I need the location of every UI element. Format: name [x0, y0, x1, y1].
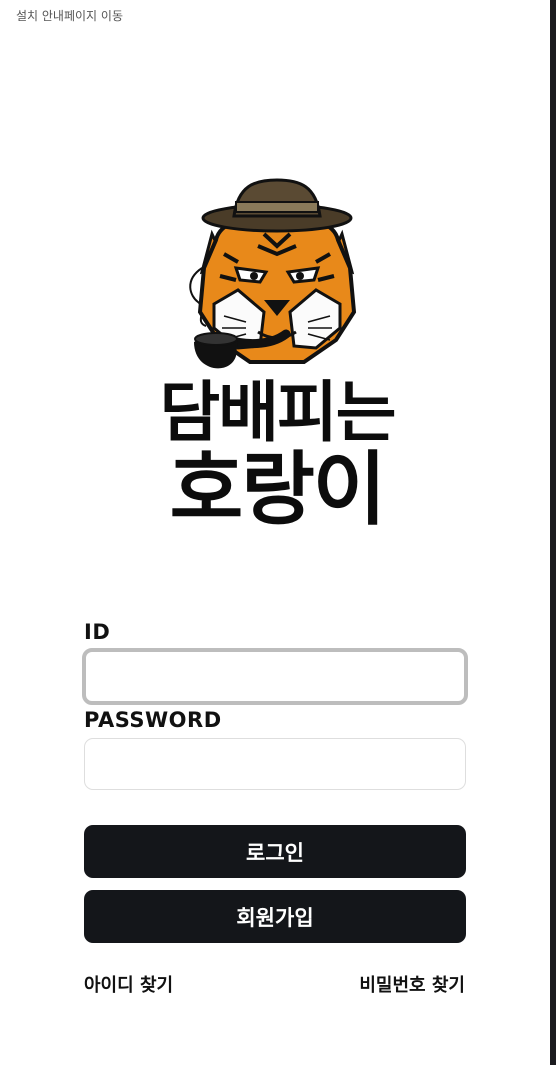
tiger-mascot-icon [189, 178, 357, 369]
brand-name-line1: 담배피는 [159, 374, 397, 451]
id-label: ID [84, 620, 111, 644]
brand-name-line2: 호랑이 [169, 443, 387, 536]
find-id-link[interactable]: 아이디 찾기 [84, 971, 173, 997]
password-input[interactable] [84, 738, 466, 790]
password-label: PASSWORD [84, 708, 222, 732]
login-page: 설치 안내페이지 이동 담배피는 호랑이 ID PASSWORD 로그인 회원가… [0, 0, 556, 1065]
id-input[interactable] [82, 648, 468, 705]
login-button[interactable]: 로그인 [84, 825, 466, 878]
window-edge [550, 0, 556, 1065]
find-password-link[interactable]: 비밀번호 찾기 [359, 971, 465, 997]
install-guide-link[interactable]: 설치 안내페이지 이동 [16, 7, 123, 24]
signup-button[interactable]: 회원가입 [84, 890, 466, 943]
brand-logo: 담배피는 호랑이 [154, 176, 400, 538]
